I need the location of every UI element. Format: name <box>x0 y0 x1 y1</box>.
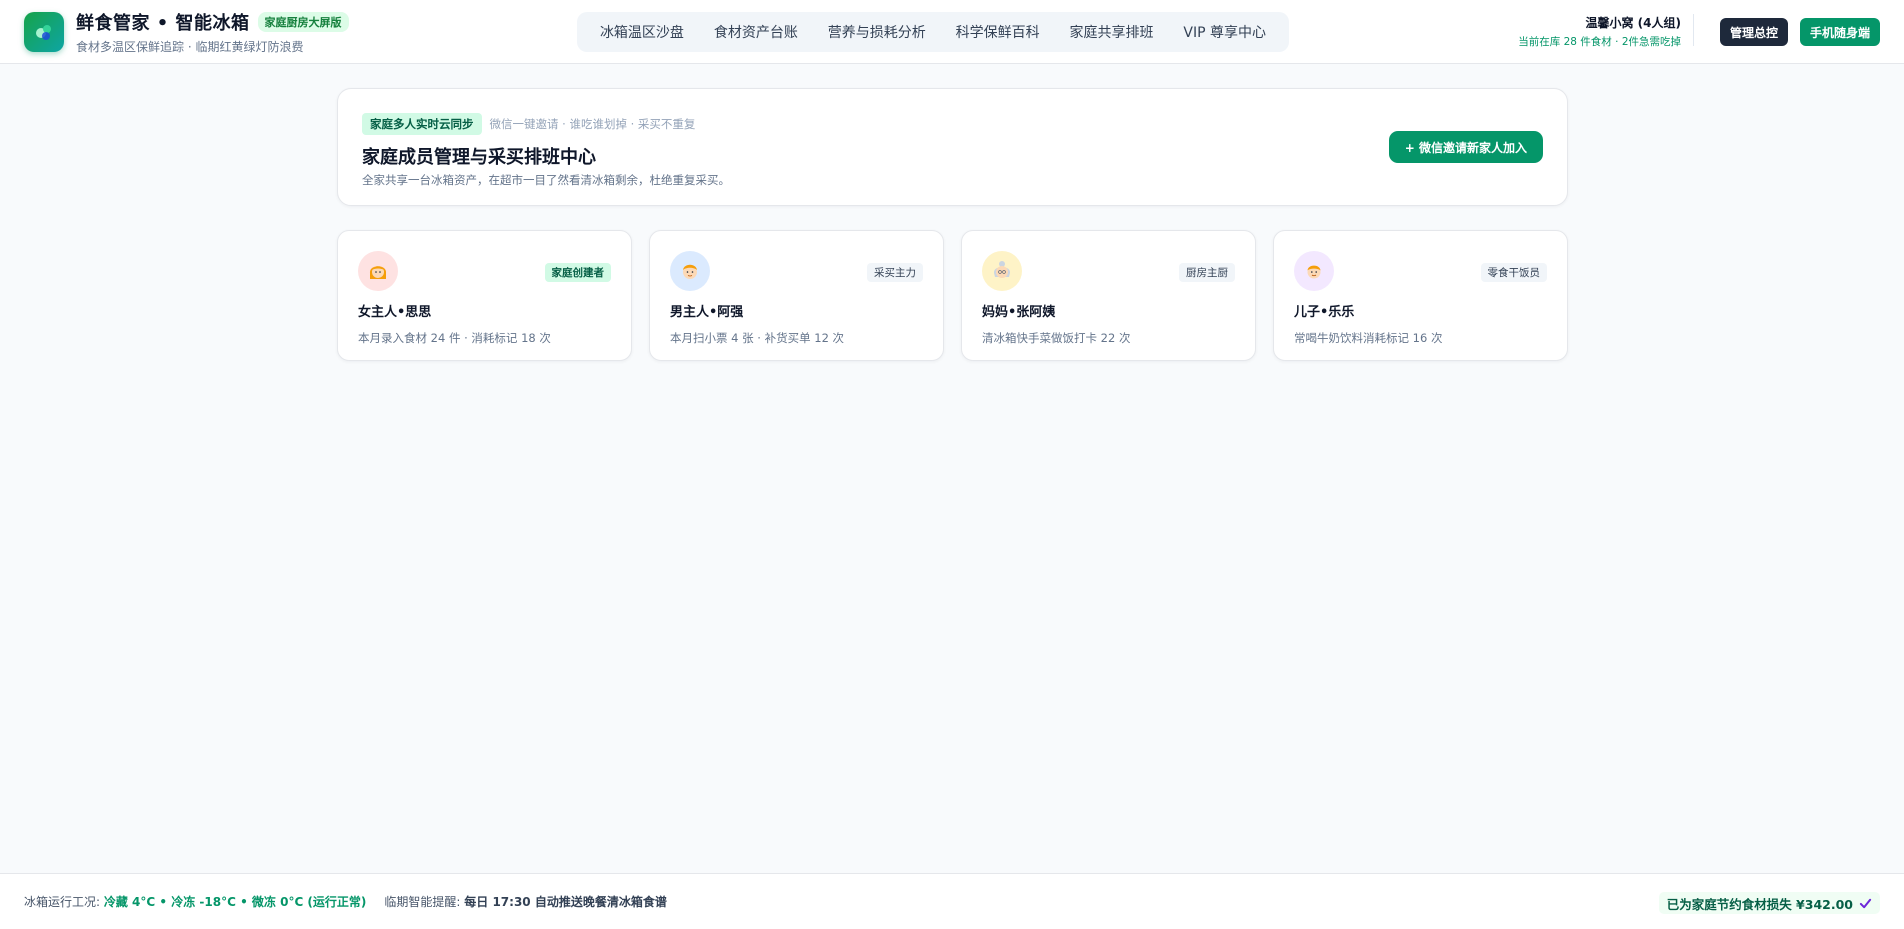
role-badge: 采买主力 <box>867 263 923 282</box>
main-nav: 冰箱温区沙盘 食材资产台账 营养与损耗分析 科学保鲜百科 家庭共享排班 VIP … <box>577 12 1289 52</box>
top-header: 鲜食管家 • 智能冰箱 家庭厨房大屏版 食材多温区保鲜追踪 · 临期红黄绿灯防浪… <box>0 0 1904 64</box>
grandma-face-icon <box>982 251 1022 291</box>
member-stat: 清冰箱快手菜做饭打卡 22 次 <box>982 331 1131 345</box>
member-name: 儿子•乐乐 <box>1294 305 1355 320</box>
household-stats: 当前在库 28 件食材 · 2件急需吃掉 <box>1518 36 1681 48</box>
nav-item-fridge-zones[interactable]: 冰箱温区沙盘 <box>590 16 694 48</box>
savings-text: 已为家庭节约食材损失 ¥342.00 <box>1666 896 1853 912</box>
page-title: 家庭成员管理与采买排班中心 <box>362 147 596 168</box>
hero-hint: 微信一键邀请 · 谁吃谁划掉 · 采买不重复 <box>489 117 696 131</box>
nav-item-food-ledger[interactable]: 食材资产台账 <box>704 16 808 48</box>
member-card[interactable]: 零食干饭员 儿子•乐乐 常喝牛奶饮料消耗标记 16 次 <box>1273 230 1568 361</box>
expiry-reminder-label: 临期智能提醒: <box>384 895 461 909</box>
app-subtitle: 食材多温区保鲜追踪 · 临期红黄绿灯防浪费 <box>76 39 304 54</box>
member-stat: 本月录入食材 24 件 · 消耗标记 18 次 <box>358 331 551 345</box>
member-name: 女主人•思思 <box>358 305 432 320</box>
family-hero-card: 家庭多人实时云同步 微信一键邀请 · 谁吃谁划掉 · 采买不重复 家庭成员管理与… <box>337 88 1568 206</box>
member-list: 家庭创建者 女主人•思思 本月录入食材 24 件 · 消耗标记 18 次 采买主… <box>337 230 1568 361</box>
brand-block: 鲜食管家 • 智能冰箱 家庭厨房大屏版 食材多温区保鲜追踪 · 临期红黄绿灯防浪… <box>76 9 349 55</box>
member-card[interactable]: 采买主力 男主人•阿强 本月扫小票 4 张 · 补货买单 12 次 <box>649 230 944 361</box>
nav-item-family-schedule[interactable]: 家庭共享排班 <box>1060 16 1164 48</box>
member-card[interactable]: 家庭创建者 女主人•思思 本月录入食材 24 件 · 消耗标记 18 次 <box>337 230 632 361</box>
boy-face-icon <box>1294 251 1334 291</box>
household-name: 温馨小窝 (4人组) <box>1585 16 1682 30</box>
nav-item-vip-center[interactable]: VIP 尊享中心 <box>1173 16 1276 48</box>
expiry-reminder-value: 每日 17:30 自动推送晚餐清冰箱食谱 <box>464 895 667 909</box>
member-card[interactable]: 厨房主厨 妈妈•张阿姨 清冰箱快手菜做饭打卡 22 次 <box>961 230 1256 361</box>
app-logo-icon[interactable] <box>24 11 64 52</box>
household-info: 温馨小窝 (4人组) 当前在库 28 件食材 · 2件急需吃掉 <box>1518 14 1694 48</box>
mobile-app-button[interactable]: 手机随身端 <box>1799 18 1880 46</box>
fridge-status: 冰箱运行工况: 冷藏 4°C • 冷冻 -18°C • 微冻 0°C (运行正常… <box>24 893 366 910</box>
page-description: 全家共享一台冰箱资产，在超市一目了然看清冰箱剩余，杜绝重复采买。 <box>362 173 730 187</box>
nav-item-freshness-wiki[interactable]: 科学保鲜百科 <box>946 16 1050 48</box>
admin-control-button[interactable]: 管理总控 <box>1719 18 1788 46</box>
fridge-status-label: 冰箱运行工况: <box>24 895 101 909</box>
member-stat: 本月扫小票 4 张 · 补货买单 12 次 <box>670 331 845 345</box>
check-icon <box>1859 898 1872 908</box>
cloud-sync-tag: 家庭多人实时云同步 <box>362 113 482 135</box>
invite-family-button[interactable]: + 微信邀请新家人加入 <box>1388 131 1543 163</box>
status-footer: 冰箱运行工况: 冷藏 4°C • 冷冻 -18°C • 微冻 0°C (运行正常… <box>0 873 1904 929</box>
woman-face-icon <box>358 251 398 291</box>
role-badge: 厨房主厨 <box>1179 263 1235 282</box>
member-stat: 常喝牛奶饮料消耗标记 16 次 <box>1294 331 1443 345</box>
edition-badge: 家庭厨房大屏版 <box>257 11 349 32</box>
member-name: 妈妈•张阿姨 <box>982 305 1056 320</box>
expiry-reminder: 临期智能提醒: 每日 17:30 自动推送晚餐清冰箱食谱 <box>384 893 666 910</box>
man-face-icon <box>670 251 710 291</box>
savings-badge: 已为家庭节约食材损失 ¥342.00 <box>1658 892 1880 914</box>
nav-item-nutrition-analysis[interactable]: 营养与损耗分析 <box>818 16 936 48</box>
member-name: 男主人•阿强 <box>670 305 744 320</box>
app-title: 鲜食管家 • 智能冰箱 <box>76 12 250 34</box>
role-badge: 家庭创建者 <box>544 263 611 282</box>
role-badge: 零食干饭员 <box>1480 263 1547 282</box>
fridge-status-value: 冷藏 4°C • 冷冻 -18°C • 微冻 0°C (运行正常) <box>103 895 367 909</box>
